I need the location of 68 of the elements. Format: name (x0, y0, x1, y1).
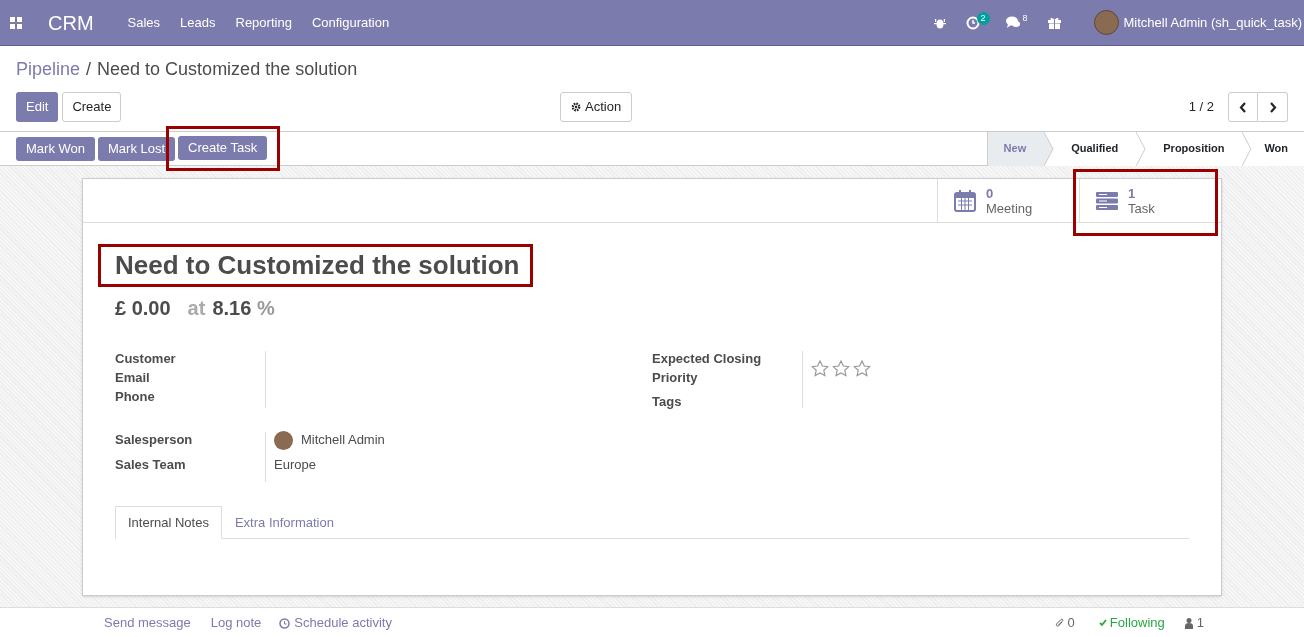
smart-button-count: 1 (1128, 186, 1137, 201)
field-label: Phone (115, 389, 156, 405)
sales-team-value[interactable]: Europe (274, 457, 385, 473)
menu-link[interactable]: Reporting (235, 12, 292, 33)
following-link[interactable]: Following (1098, 616, 1165, 630)
smart-button-count: 0 (986, 186, 995, 201)
apps-menu-icon[interactable] (10, 16, 22, 29)
star-icon[interactable] (853, 360, 871, 377)
attachments-link[interactable]: 0 (1054, 616, 1075, 630)
record-title: Need to Customized the solution (115, 249, 520, 281)
log-note-link[interactable]: Log note (210, 616, 262, 630)
notebook-tab[interactable]: Extra Information (221, 506, 347, 539)
app-name[interactable]: CRM (48, 7, 94, 38)
field-label: Priority (652, 370, 699, 386)
smart-button-label: Meeting (986, 201, 1033, 216)
followers-link[interactable]: 1 (1184, 616, 1204, 630)
pager-value: 1 / 2 (1188, 98, 1214, 117)
gift-icon[interactable] (1047, 16, 1061, 29)
user-menu[interactable]: Mitchell Admin (sh_quick_task) (1123, 12, 1302, 33)
field-label: Email (115, 370, 151, 386)
schedule-activity-link[interactable]: Schedule activity (279, 616, 392, 630)
smart-button[interactable]: 1 Task (1079, 179, 1215, 223)
clock-icon (279, 617, 291, 629)
create-button[interactable]: Create (62, 92, 122, 122)
field-label: Salesperson (115, 432, 194, 448)
bug-icon[interactable] (933, 16, 946, 29)
field-label: Customer (115, 351, 177, 367)
expected-revenue: £ 0.00 (115, 296, 171, 321)
person-icon (1184, 617, 1193, 629)
check-icon (1098, 619, 1107, 627)
header-button[interactable]: Mark Won (16, 136, 95, 161)
field-label: Sales Team (115, 457, 187, 473)
field-label: Expected Closing (652, 351, 763, 367)
clock-icon[interactable] (965, 15, 980, 30)
header-button[interactable]: Mark Lost (98, 136, 176, 161)
star-icon[interactable] (832, 360, 850, 377)
message-count: 8 (1022, 11, 1028, 25)
edit-button[interactable]: Edit (16, 92, 59, 122)
calendar-icon (954, 190, 976, 212)
activity-count-badge: 2 (976, 12, 990, 25)
send-message-link[interactable]: Send message (104, 616, 191, 630)
priority-stars[interactable] (811, 360, 871, 377)
menu-link[interactable]: Sales (127, 12, 161, 33)
previous-button[interactable] (1228, 92, 1258, 122)
menu-link[interactable]: Configuration (311, 12, 390, 33)
breadcrumb-separator: / (86, 57, 92, 81)
chevron-right-icon (1268, 101, 1277, 113)
action-button[interactable]: Action (560, 92, 633, 122)
at-label: at (187, 296, 206, 321)
breadcrumb-current: Need to Customized the solution (97, 57, 358, 81)
notebook-tab[interactable]: Internal Notes (115, 506, 222, 539)
paperclip-icon (1054, 617, 1064, 629)
chat-icon[interactable] (1005, 16, 1021, 29)
star-icon[interactable] (811, 360, 829, 377)
next-button[interactable] (1258, 92, 1288, 122)
smart-button-label: Task (1128, 201, 1155, 216)
menu-link[interactable]: Leads (180, 12, 216, 33)
salesperson-value[interactable]: Mitchell Admin (301, 432, 385, 448)
breadcrumb-link[interactable]: Pipeline (16, 55, 81, 83)
tasks-icon (1096, 192, 1118, 210)
header-button[interactable]: Create Task (178, 135, 268, 160)
chevron-left-icon (1239, 101, 1247, 113)
smart-button[interactable]: 0 Meeting (937, 179, 1079, 223)
percent-sign: % (256, 297, 275, 319)
probability-value: 8.16 (212, 297, 252, 319)
user-avatar (274, 430, 293, 450)
gear-icon (571, 102, 581, 112)
field-label: Tags (652, 394, 683, 410)
